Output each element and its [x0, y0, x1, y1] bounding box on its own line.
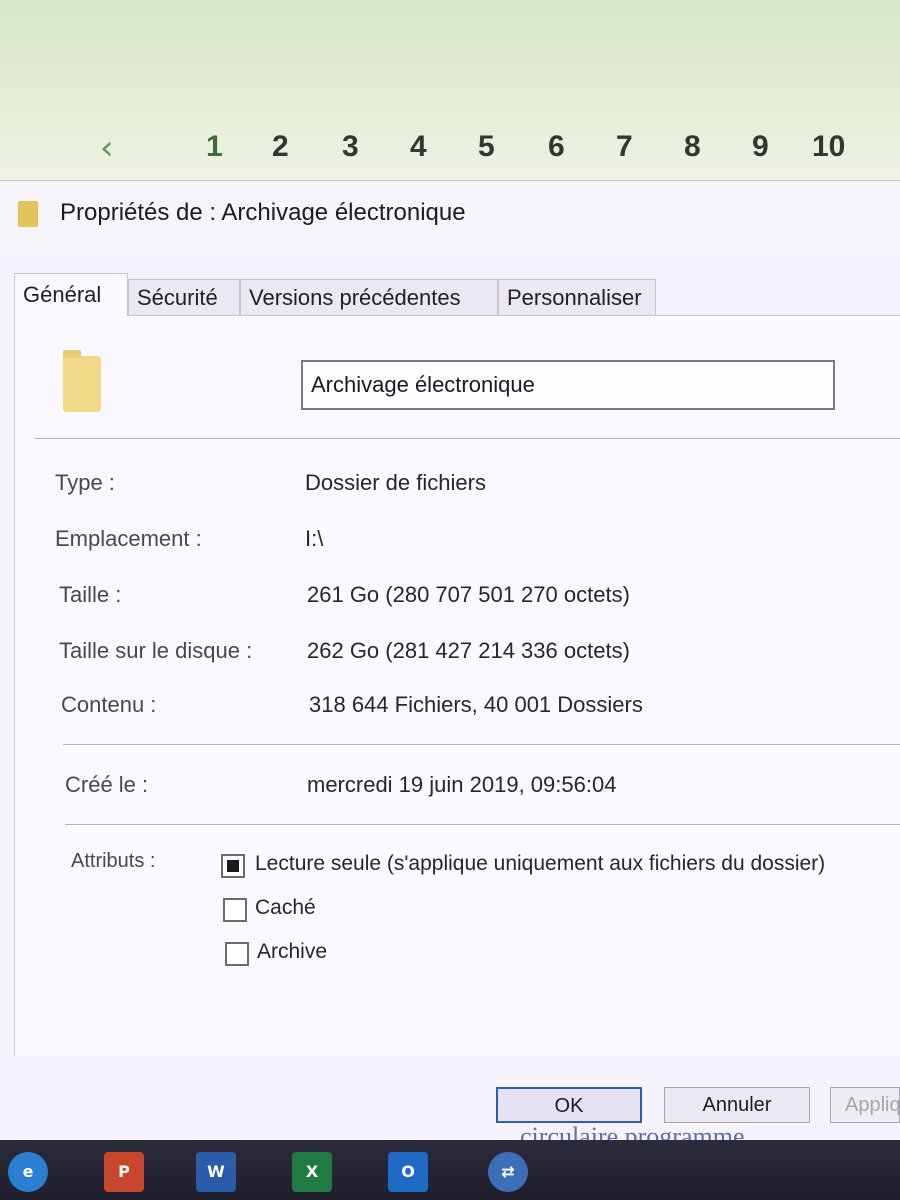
- location-value: I:\: [305, 526, 324, 551]
- type-label: Type :: [55, 470, 115, 495]
- archive-checkbox[interactable]: [225, 942, 249, 966]
- word-icon[interactable]: W: [196, 1152, 236, 1192]
- tab-security[interactable]: Sécurité: [128, 279, 240, 315]
- archive-checkbox-label[interactable]: Archive: [257, 940, 327, 964]
- page-link-4[interactable]: 4: [410, 130, 427, 164]
- ie-icon[interactable]: e: [8, 1152, 48, 1192]
- contents-label: Contenu :: [61, 692, 157, 717]
- powerpoint-icon[interactable]: P: [104, 1152, 144, 1192]
- folder-icon-large: [63, 350, 101, 412]
- attributes-label: Attributs :: [71, 850, 156, 872]
- divider: [63, 744, 900, 745]
- network-icon[interactable]: ⇄: [488, 1152, 528, 1192]
- chevron-left-icon[interactable]: ‹: [100, 128, 114, 168]
- tab-general[interactable]: Général: [14, 273, 128, 316]
- divider: [65, 824, 900, 825]
- created-value: mercredi 19 juin 2019, 09:56:04: [307, 772, 617, 797]
- page-link-10[interactable]: 10: [812, 130, 845, 164]
- tab-strip: Général Sécurité Versions précédentes Pe…: [14, 273, 894, 317]
- dialog-title: Propriétés de : Archivage électronique: [60, 199, 466, 226]
- page-link-6[interactable]: 6: [548, 130, 565, 164]
- location-label: Emplacement :: [55, 526, 202, 551]
- properties-dialog: Propriétés de : Archivage électronique G…: [0, 180, 900, 1141]
- dialog-titlebar[interactable]: Propriétés de : Archivage électronique: [0, 181, 900, 256]
- page-link-7[interactable]: 7: [616, 130, 633, 164]
- page-link-5[interactable]: 5: [478, 130, 495, 164]
- size-value: 261 Go (280 707 501 270 octets): [307, 582, 630, 607]
- page-link-8[interactable]: 8: [684, 130, 701, 164]
- excel-icon[interactable]: X: [292, 1152, 332, 1192]
- folder-name-input[interactable]: [301, 360, 835, 410]
- size-on-disk-value: 262 Go (281 427 214 336 octets): [307, 638, 630, 663]
- contents-value: 318 644 Fichiers, 40 001 Dossiers: [309, 692, 643, 717]
- type-value: Dossier de fichiers: [305, 470, 486, 495]
- cancel-button[interactable]: Annuler: [664, 1087, 810, 1123]
- readonly-checkbox-label[interactable]: Lecture seule (s'applique uniquement aux…: [255, 852, 825, 876]
- outlook-icon[interactable]: O: [388, 1152, 428, 1192]
- size-label: Taille :: [59, 582, 122, 607]
- page-link-1[interactable]: 1: [206, 130, 223, 164]
- tab-customize[interactable]: Personnaliser: [498, 279, 656, 315]
- divider: [35, 438, 900, 439]
- page-link-2[interactable]: 2: [272, 130, 289, 164]
- folder-icon: [18, 201, 38, 227]
- ok-button[interactable]: OK: [496, 1087, 642, 1123]
- taskbar: e P W X O ⇄: [0, 1140, 900, 1200]
- apply-button[interactable]: Appliquer: [830, 1087, 900, 1123]
- page-link-9[interactable]: 9: [752, 130, 769, 164]
- readonly-checkbox[interactable]: [221, 854, 245, 878]
- hidden-checkbox[interactable]: [223, 898, 247, 922]
- created-label: Créé le :: [65, 772, 149, 797]
- size-on-disk-label: Taille sur le disque :: [59, 638, 253, 663]
- page-link-3[interactable]: 3: [342, 130, 359, 164]
- background-web-page: ‹ 1 2 3 4 5 6 7 8 9 10: [0, 0, 900, 185]
- tab-previous-versions[interactable]: Versions précédentes: [240, 279, 498, 315]
- tab-panel-general: Type : Dossier de fichiers Emplacement :…: [14, 315, 900, 1056]
- hidden-checkbox-label[interactable]: Caché: [255, 896, 316, 920]
